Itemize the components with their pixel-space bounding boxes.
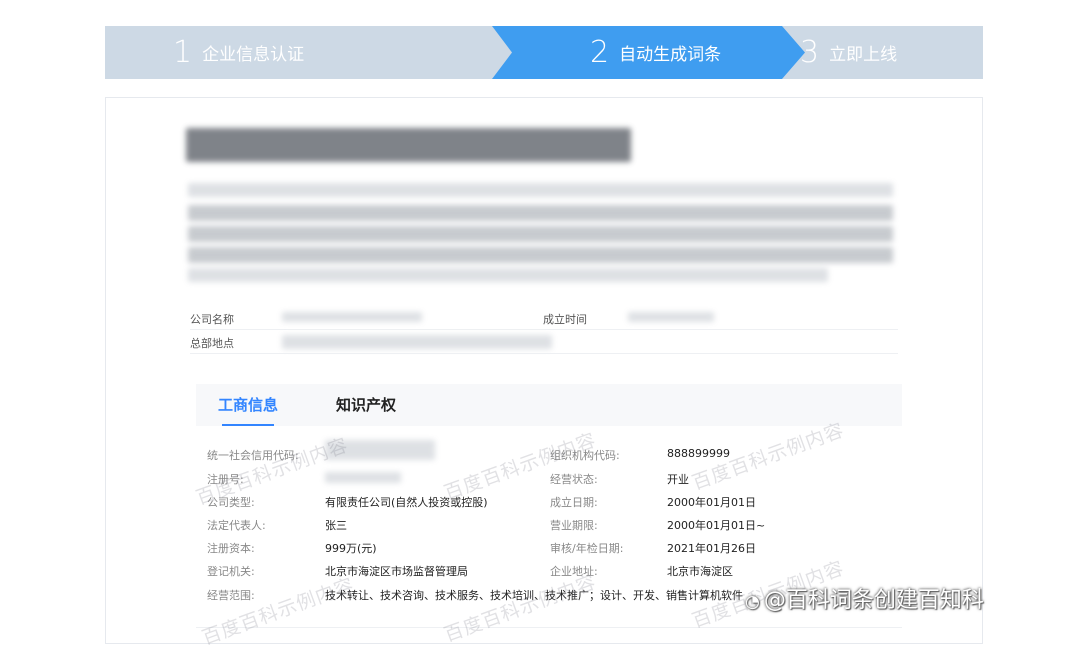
established-date-label: 成立日期:	[550, 496, 598, 509]
reg-authority-label: 登记机关:	[207, 565, 255, 578]
reg-capital-value: 999万(元)	[325, 542, 377, 555]
legal-rep-value: 张三	[325, 519, 347, 532]
step-2-label: 自动生成词条	[619, 45, 722, 65]
business-scope-value: 技术转让、技术咨询、技术服务、技术培训、技术推广；设计、开发、销售计算机软件	[325, 589, 743, 602]
redacted-credit-code	[325, 440, 435, 460]
tab-business-info[interactable]: 工商信息	[218, 384, 278, 426]
business-scope-label: 经营范围:	[207, 589, 255, 602]
hq-label: 总部地点	[190, 337, 234, 350]
company-name-label: 公司名称	[190, 313, 234, 326]
credit-code-label: 统一社会信用代码:	[207, 449, 299, 462]
company-address-label: 企业地址:	[550, 565, 598, 578]
step-2[interactable]: 2 自动生成词条	[590, 26, 721, 79]
weibo-icon: ◔	[745, 592, 760, 612]
meta-divider	[190, 329, 898, 330]
reg-authority-value: 北京市海淀区市场监督管理局	[325, 565, 468, 578]
company-type-value: 有限责任公司(自然人投资或控股)	[325, 496, 488, 509]
inspection-date-value: 2021年01月26日	[667, 542, 756, 555]
step-progress-bar: 1 企业信息认证 2 自动生成词条 3 立即上线	[105, 26, 983, 79]
source-attribution: ◔ @百科词条创建百知科	[745, 582, 984, 614]
reg-number-label: 注册号:	[207, 473, 244, 486]
company-address-value: 北京市海淀区	[667, 565, 733, 578]
step-1-number: 1	[173, 35, 193, 70]
meta-divider-2	[190, 353, 898, 354]
redacted-company-name	[282, 312, 422, 322]
step-3[interactable]: 3 立即上线	[800, 26, 897, 79]
tab-bar: 工商信息 知识产权	[196, 384, 902, 426]
org-code-value: 888899999	[667, 447, 730, 460]
redacted-hq-address	[282, 335, 552, 349]
attribution-text: @百科词条创建百知科	[763, 588, 984, 613]
step-2-number: 2	[590, 35, 610, 70]
established-date-value: 2000年01月01日	[667, 496, 756, 509]
step-3-number: 3	[800, 35, 820, 70]
reg-capital-label: 注册资本:	[207, 542, 255, 555]
legal-rep-label: 法定代表人:	[207, 519, 266, 532]
operating-status-label: 经营状态:	[550, 473, 598, 486]
step-1-label: 企业信息认证	[202, 45, 305, 65]
tab-intellectual-property[interactable]: 知识产权	[336, 384, 396, 426]
redacted-reg-number	[325, 472, 401, 483]
redacted-company-title	[186, 128, 631, 162]
org-code-label: 组织机构代码:	[550, 449, 620, 462]
step-1[interactable]: 1 企业信息认证	[173, 26, 304, 79]
business-term-label: 营业期限:	[550, 519, 598, 532]
inspection-date-label: 审核/年检日期:	[550, 542, 624, 555]
company-type-label: 公司类型:	[207, 496, 255, 509]
step-3-label: 立即上线	[829, 45, 898, 65]
business-term-value: 2000年01月01日~	[667, 519, 766, 532]
operating-status-value: 开业	[667, 473, 689, 486]
founded-label: 成立时间	[543, 313, 587, 326]
bottom-divider	[196, 627, 902, 628]
redacted-founded-date	[628, 312, 714, 322]
